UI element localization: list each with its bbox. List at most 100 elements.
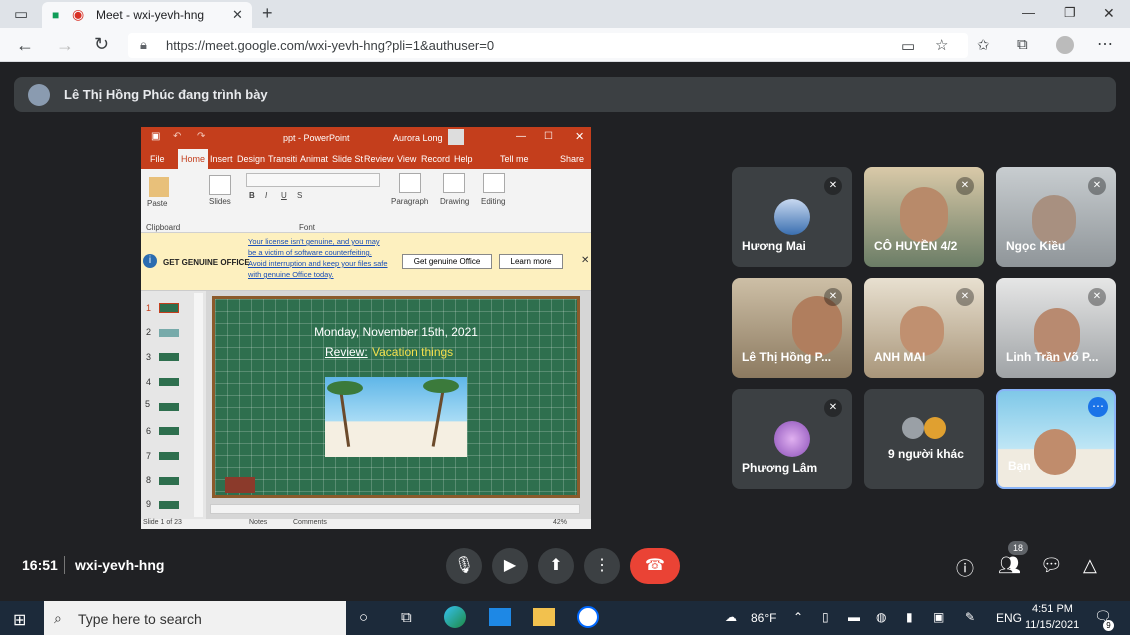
slide-thumb[interactable]	[159, 427, 179, 435]
cortana-icon[interactable]: ○	[359, 609, 368, 626]
participant-tile[interactable]: ✕ Lê Thị Hồng P...	[732, 278, 852, 378]
pp-close-icon[interactable]: ✕	[575, 130, 584, 143]
comments-button[interactable]: Comments	[293, 519, 327, 526]
slide-thumb[interactable]	[159, 353, 179, 361]
participant-tile[interactable]: ✕ CÔ HUYỀN 4/2	[864, 167, 984, 267]
bold-icon[interactable]: B	[249, 191, 255, 200]
more-menu-icon[interactable]: ⋯	[1097, 34, 1113, 54]
participant-tile[interactable]: ✕ Phương Lâm	[732, 389, 852, 489]
slide-thumb[interactable]	[159, 303, 179, 313]
display-icon[interactable]: ▣	[933, 610, 944, 624]
pp-tab[interactable]: Insert	[210, 154, 233, 164]
shadow-icon[interactable]: S	[297, 191, 302, 200]
security-icon[interactable]: ◍	[876, 610, 886, 624]
lock-icon[interactable]: 🔒︎	[140, 37, 147, 53]
others-tile[interactable]: 9 người khác	[864, 389, 984, 489]
editing-icon[interactable]	[483, 173, 505, 193]
paste-icon[interactable]	[149, 177, 169, 197]
slide-hscrollbar[interactable]	[210, 504, 580, 514]
underline-icon[interactable]: U	[281, 191, 287, 200]
undo-icon[interactable]: ↶	[173, 131, 181, 142]
more-options-button[interactable]: ⋮	[584, 548, 620, 584]
browser-tab[interactable]: ■ ◉ Meet - wxi-yevh-hng ✕	[42, 2, 252, 28]
slide-thumb[interactable]	[159, 403, 179, 411]
restore-icon[interactable]: ❐	[1064, 5, 1076, 21]
ribbon-paragraph[interactable]: Paragraph	[391, 197, 428, 206]
input-language[interactable]: ENG	[996, 611, 1022, 625]
italic-icon[interactable]: I	[265, 191, 267, 200]
more-options-icon[interactable]: ⋯	[1088, 397, 1108, 417]
mic-button[interactable]: 🎙︎	[446, 548, 482, 584]
close-window-icon[interactable]: ✕	[1103, 5, 1115, 22]
present-button[interactable]: ⬆	[538, 548, 574, 584]
activities-icon[interactable]: △	[1083, 555, 1097, 576]
weather-icon[interactable]: ☁	[725, 610, 737, 624]
task-view-icon[interactable]: ⧉	[401, 609, 412, 626]
thumb-scrollbar[interactable]	[194, 293, 203, 517]
ribbon-editing[interactable]: Editing	[481, 197, 505, 206]
microphone-tray-icon[interactable]: ▮	[906, 610, 913, 624]
network-icon[interactable]: ▬	[848, 610, 860, 624]
profile-avatar[interactable]	[1056, 36, 1074, 54]
ribbon-paste[interactable]: Paste	[147, 199, 167, 208]
pp-share[interactable]: Share	[560, 154, 584, 164]
mail-icon[interactable]	[489, 608, 511, 626]
pp-minimize-icon[interactable]: —	[516, 131, 526, 142]
participant-tile[interactable]: ✕ Ngọc Kiều	[996, 167, 1116, 267]
drawing-icon[interactable]	[443, 173, 465, 193]
pp-tell-me[interactable]: Tell me	[500, 154, 529, 164]
favorites-icon[interactable]: ✩	[977, 36, 990, 54]
paragraph-icon[interactable]	[399, 173, 421, 193]
slide-thumb[interactable]	[159, 452, 179, 460]
self-tile[interactable]: ⋯ Bạn	[996, 389, 1116, 489]
current-slide[interactable]: Monday, November 15th, 2021 Review: Vaca…	[212, 296, 580, 498]
notes-button[interactable]: Notes	[249, 519, 267, 526]
font-name-box[interactable]	[246, 173, 380, 187]
edge-icon[interactable]	[444, 606, 466, 628]
minimize-icon[interactable]: —	[1022, 5, 1035, 20]
close-warning-icon[interactable]: ✕	[581, 255, 589, 266]
camera-button[interactable]: ▶	[492, 548, 528, 584]
slide-thumb[interactable]	[159, 477, 179, 485]
participant-tile[interactable]: ✕ Linh Trần Võ P...	[996, 278, 1116, 378]
pp-tab[interactable]: File	[150, 154, 165, 164]
new-tab-icon[interactable]: +	[262, 3, 273, 24]
forward-icon[interactable]: →	[56, 35, 74, 56]
ribbon-slides[interactable]: Slides	[209, 197, 231, 206]
pp-tab-active[interactable]: Home	[178, 149, 209, 169]
zalo-icon[interactable]	[577, 606, 599, 628]
weather-temp[interactable]: 86°F	[751, 611, 776, 625]
pp-tab[interactable]: Transiti	[268, 154, 297, 164]
pp-tab[interactable]: Animat	[300, 154, 328, 164]
tab-actions-icon[interactable]: ▭	[14, 5, 28, 23]
slide-thumb[interactable]	[159, 501, 179, 509]
back-icon[interactable]: ←	[16, 35, 34, 56]
chat-icon[interactable]: 💬︎	[1040, 555, 1063, 576]
ribbon-drawing[interactable]: Drawing	[440, 197, 469, 206]
people-icon[interactable]: 👥︎	[998, 555, 1021, 576]
pen-icon[interactable]: ✎	[965, 610, 975, 624]
collections-icon[interactable]: ⧉	[1017, 36, 1028, 53]
slide-thumb[interactable]	[159, 329, 179, 337]
learn-more-button[interactable]: Learn more	[499, 254, 563, 269]
close-tab-icon[interactable]: ✕	[232, 7, 243, 23]
start-icon[interactable]: ⊞	[13, 610, 26, 630]
meeting-info-icon[interactable]: ⓘ	[956, 555, 974, 581]
save-icon[interactable]: ▣	[151, 131, 160, 142]
zoom-level[interactable]: 42%	[553, 519, 567, 526]
file-explorer-icon[interactable]	[533, 608, 555, 626]
leave-call-button[interactable]: ☎	[630, 548, 680, 584]
participant-tile[interactable]: ✕ ANH MAI	[864, 278, 984, 378]
favorite-star-icon[interactable]: ☆	[935, 36, 948, 54]
pp-maximize-icon[interactable]: ☐	[544, 131, 553, 142]
get-genuine-button[interactable]: Get genuine Office	[402, 254, 492, 269]
pp-tab[interactable]: Design	[237, 154, 265, 164]
pp-tab[interactable]: Review	[364, 154, 394, 164]
warning-text[interactable]: Your license isn't genuine, and you may …	[248, 236, 388, 280]
redo-icon[interactable]: ↷	[197, 131, 205, 142]
pp-tab[interactable]: View	[397, 154, 416, 164]
slides-icon[interactable]	[209, 175, 231, 195]
slide-thumb[interactable]	[159, 378, 179, 386]
pp-tab[interactable]: Help	[454, 154, 473, 164]
clock-time[interactable]: 4:51 PM	[1032, 603, 1073, 615]
